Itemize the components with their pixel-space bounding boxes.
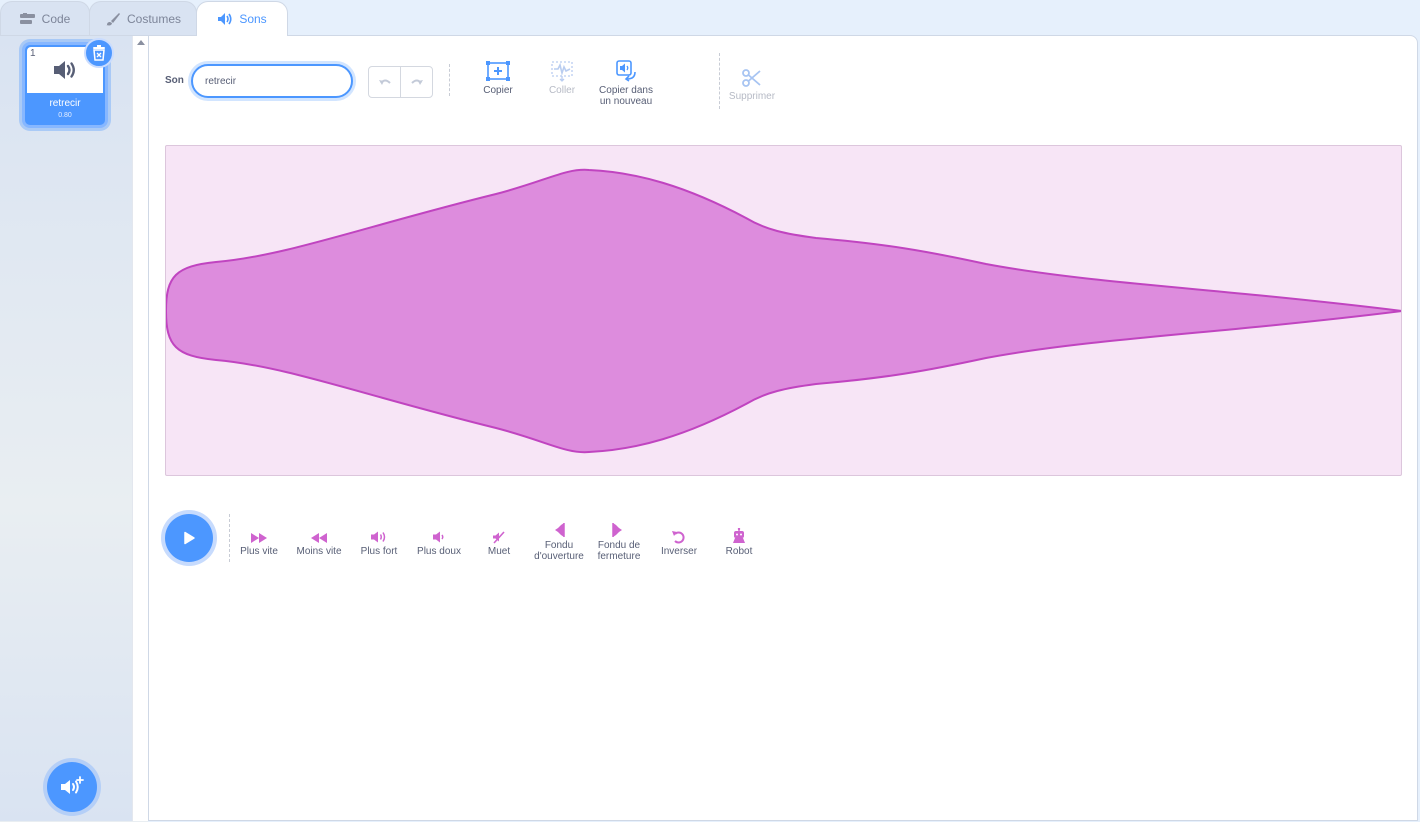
effect-faster-label: Plus vite: [240, 546, 278, 557]
waveform-shape: [166, 168, 1401, 454]
effect-fade-out-label-2: fermeture: [597, 551, 641, 562]
paste-button[interactable]: Coller: [527, 58, 597, 96]
effect-softer-label: Plus doux: [417, 546, 461, 557]
scissors-icon: [742, 69, 761, 87]
effect-slower-button[interactable]: Moins vite: [287, 522, 351, 557]
brush-icon: [105, 12, 121, 26]
fade-out-icon: [612, 523, 627, 537]
mute-icon: [493, 531, 505, 544]
effect-fade-out-button[interactable]: Fondu de fermeture: [587, 516, 651, 562]
paste-label: Coller: [548, 85, 576, 96]
waveform-display[interactable]: [165, 145, 1402, 476]
rewind-icon: [311, 533, 327, 543]
undo-icon: [378, 79, 391, 85]
code-icon: [19, 12, 36, 26]
effect-fade-in-button[interactable]: Fondu d'ouverture: [527, 516, 591, 562]
delete-button[interactable]: Supprimer: [717, 64, 787, 102]
effect-robot-label: Robot: [725, 546, 753, 557]
effect-louder-button[interactable]: Plus fort: [347, 522, 411, 557]
robot-icon: [733, 528, 745, 543]
play-icon: [184, 531, 195, 545]
toolbar-divider: [449, 64, 450, 96]
copy-button[interactable]: Copier: [463, 58, 533, 96]
speaker-icon: [217, 12, 233, 26]
effect-softer-button[interactable]: Plus doux: [407, 522, 471, 557]
copy-label: Copier: [483, 85, 513, 96]
tab-sons-label: Sons: [239, 12, 267, 26]
effect-fade-in-label-2: d'ouverture: [534, 551, 584, 562]
undo-button[interactable]: [369, 67, 400, 97]
sound-list: 1 retrecir 0.80: [0, 36, 132, 821]
undo-redo-group: [368, 66, 433, 98]
volume-down-icon: [433, 531, 444, 543]
editor-tabs: Code Costumes Sons: [0, 0, 1420, 36]
effect-robot-button[interactable]: Robot: [707, 522, 771, 557]
scroll-up-arrow-icon[interactable]: [137, 40, 145, 45]
effect-reverse-button[interactable]: Inverser: [647, 522, 711, 557]
sound-name-label: Son: [165, 75, 184, 86]
sound-editor: Son Copier Coller Copier dans un nouveau…: [148, 35, 1418, 821]
sound-list-scrollbar[interactable]: [132, 36, 148, 821]
effect-faster-button[interactable]: Plus vite: [227, 522, 291, 557]
tab-costumes[interactable]: Costumes: [89, 1, 197, 36]
paste-icon: [551, 61, 573, 82]
waveform: [166, 168, 1401, 454]
effect-fade-in-label-1: Fondu: [544, 540, 574, 551]
sound-list-panel: 1 retrecir 0.80: [0, 35, 148, 822]
fast-forward-icon: [251, 533, 267, 543]
copy-to-new-label-1: Copier dans: [599, 85, 653, 96]
speaker-icon: [54, 61, 75, 79]
effect-mute-label: Muet: [487, 546, 511, 557]
effect-slower-label: Moins vite: [296, 546, 342, 557]
delete-sound-button[interactable]: [84, 38, 114, 68]
effect-mute-button[interactable]: Muet: [467, 522, 531, 557]
redo-button[interactable]: [400, 67, 432, 97]
volume-up-icon: [371, 531, 386, 543]
play-button[interactable]: [165, 514, 213, 562]
tab-code-label: Code: [41, 12, 71, 26]
effect-fade-out-label-1: Fondu de: [597, 540, 641, 551]
fade-in-icon: [551, 523, 565, 537]
effect-reverse-label: Inverser: [660, 546, 698, 557]
copy-icon: [486, 61, 510, 81]
reverse-icon: [672, 531, 685, 544]
trash-icon: [93, 45, 105, 61]
sound-item-duration: 0.80: [58, 112, 72, 119]
delete-label: Supprimer: [728, 91, 776, 102]
add-sound-button[interactable]: [47, 762, 97, 812]
copy-to-new-icon: [616, 60, 636, 82]
effect-louder-label: Plus fort: [360, 546, 398, 557]
copy-to-new-label-2: un nouveau: [599, 96, 653, 107]
sound-item-number: 1: [30, 48, 36, 59]
sound-item-name: retrecir: [49, 98, 81, 109]
sound-name-input[interactable]: [191, 64, 353, 98]
add-sound-icon: [61, 776, 84, 794]
redo-icon: [411, 79, 423, 85]
tab-sons[interactable]: Sons: [196, 1, 288, 36]
tab-code[interactable]: Code: [0, 1, 90, 36]
copy-to-new-button[interactable]: Copier dans un nouveau: [591, 58, 661, 107]
tab-costumes-label: Costumes: [126, 12, 182, 26]
